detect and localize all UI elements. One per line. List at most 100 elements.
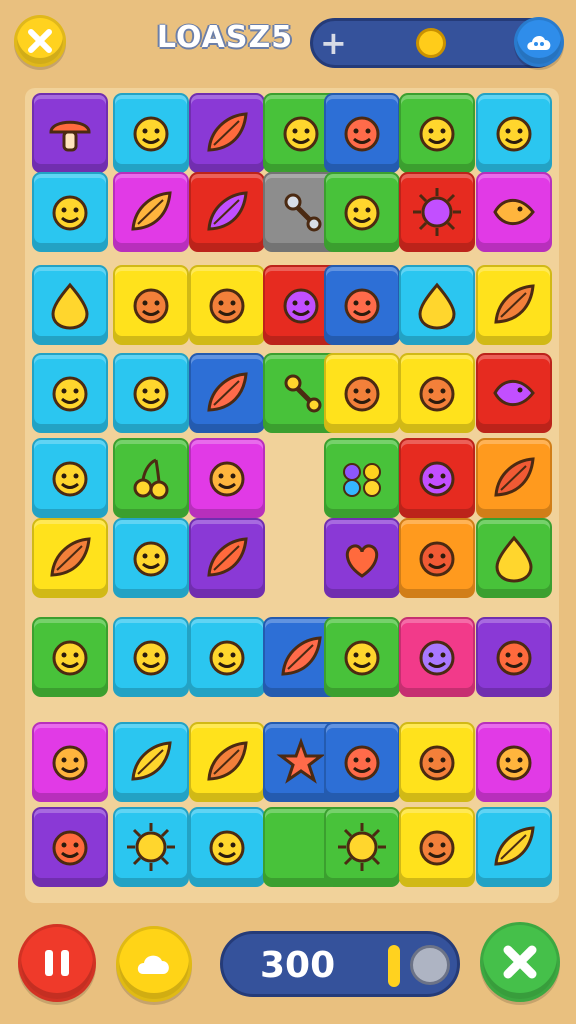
board-tile[interactable] [32, 438, 108, 518]
board-tile[interactable] [399, 722, 475, 802]
face-icon [133, 288, 169, 324]
face-icon [209, 830, 245, 866]
board-tile[interactable] [399, 438, 475, 518]
mushroom-icon [49, 120, 91, 152]
leaf-icon [131, 741, 172, 781]
board-tile[interactable] [476, 265, 552, 345]
board-tile[interactable] [113, 722, 189, 802]
board-tile[interactable] [32, 617, 108, 697]
board-tile[interactable] [189, 722, 265, 802]
board-tile[interactable] [399, 617, 475, 697]
board-tile[interactable] [324, 518, 400, 598]
face-icon [209, 461, 245, 497]
board-tile[interactable] [113, 617, 189, 697]
score-indicator [388, 945, 400, 987]
board-tile[interactable] [189, 438, 265, 518]
face-icon [52, 195, 88, 231]
face-icon [344, 288, 380, 324]
face-icon [52, 376, 88, 412]
level-title: LOASZ5 [156, 20, 294, 55]
leaf-icon [494, 826, 535, 866]
board-tile[interactable] [189, 353, 265, 433]
board-tile[interactable] [476, 172, 552, 252]
board-tile[interactable] [324, 438, 400, 518]
board-tile[interactable] [32, 353, 108, 433]
face-icon [52, 461, 88, 497]
face-icon [419, 640, 455, 676]
board-tile[interactable] [324, 722, 400, 802]
shuffle-button[interactable] [480, 922, 560, 1002]
board-tile[interactable] [189, 172, 265, 252]
face-icon [133, 541, 169, 577]
board-tile[interactable] [324, 172, 400, 252]
dial-icon[interactable] [410, 945, 450, 985]
face-icon [52, 640, 88, 676]
leaf-icon [494, 284, 535, 324]
board-tile[interactable] [476, 353, 552, 433]
board-tile[interactable] [324, 93, 400, 173]
board-tile[interactable] [399, 172, 475, 252]
leaf-icon [207, 112, 248, 152]
board-tile[interactable] [189, 518, 265, 598]
board-tile[interactable] [399, 93, 475, 173]
face-icon [344, 745, 380, 781]
board-tile[interactable] [399, 518, 475, 598]
board-tile[interactable] [476, 438, 552, 518]
fish-icon [493, 379, 535, 407]
board-tile[interactable] [189, 93, 265, 173]
board-tile[interactable] [113, 807, 189, 887]
close-button[interactable] [14, 15, 66, 67]
drop-icon [51, 282, 89, 330]
close-icon [28, 29, 52, 53]
leaf-icon [281, 636, 322, 676]
face-icon [209, 640, 245, 676]
pause-icon [45, 950, 69, 976]
cloud-button[interactable] [514, 17, 564, 67]
board-tile[interactable] [324, 807, 400, 887]
board-tile[interactable] [32, 807, 108, 887]
board-tile[interactable] [113, 438, 189, 518]
leaf-icon [207, 191, 248, 231]
board-tile[interactable] [476, 617, 552, 697]
face-icon [133, 640, 169, 676]
board-tile[interactable] [324, 617, 400, 697]
board-tile[interactable] [399, 265, 475, 345]
board-tile[interactable] [324, 265, 400, 345]
face-icon [419, 541, 455, 577]
board-tile[interactable] [32, 265, 108, 345]
leaf-icon [207, 537, 248, 577]
board-tile[interactable] [113, 353, 189, 433]
face-icon [133, 376, 169, 412]
board-tile[interactable] [476, 93, 552, 173]
leaf-icon [131, 191, 172, 231]
board-tile[interactable] [189, 265, 265, 345]
board-tile[interactable] [324, 353, 400, 433]
board-tile[interactable] [32, 93, 108, 173]
cloud-icon [527, 36, 551, 50]
plus-icon[interactable]: + [320, 24, 347, 62]
gear-icon [284, 374, 322, 413]
board-tile[interactable] [399, 353, 475, 433]
board-tile[interactable] [113, 172, 189, 252]
board-tile[interactable] [476, 807, 552, 887]
board-tile[interactable] [399, 807, 475, 887]
cloud-button-bottom[interactable] [116, 926, 192, 1002]
board-tile[interactable] [476, 722, 552, 802]
board-tile[interactable] [32, 722, 108, 802]
face-icon [133, 116, 169, 152]
board-tile[interactable] [32, 518, 108, 598]
face-icon [419, 461, 455, 497]
fish-icon [493, 198, 535, 226]
pause-button[interactable] [18, 924, 96, 1002]
board-tile[interactable] [189, 807, 265, 887]
face-icon [283, 288, 319, 324]
face-icon [496, 116, 532, 152]
board-tile[interactable] [189, 617, 265, 697]
board-tile[interactable] [32, 172, 108, 252]
board-tile[interactable] [113, 93, 189, 173]
leaf-icon [207, 372, 248, 412]
leaf-icon [207, 741, 248, 781]
board-tile[interactable] [113, 265, 189, 345]
board-tile[interactable] [476, 518, 552, 598]
board-tile[interactable] [113, 518, 189, 598]
